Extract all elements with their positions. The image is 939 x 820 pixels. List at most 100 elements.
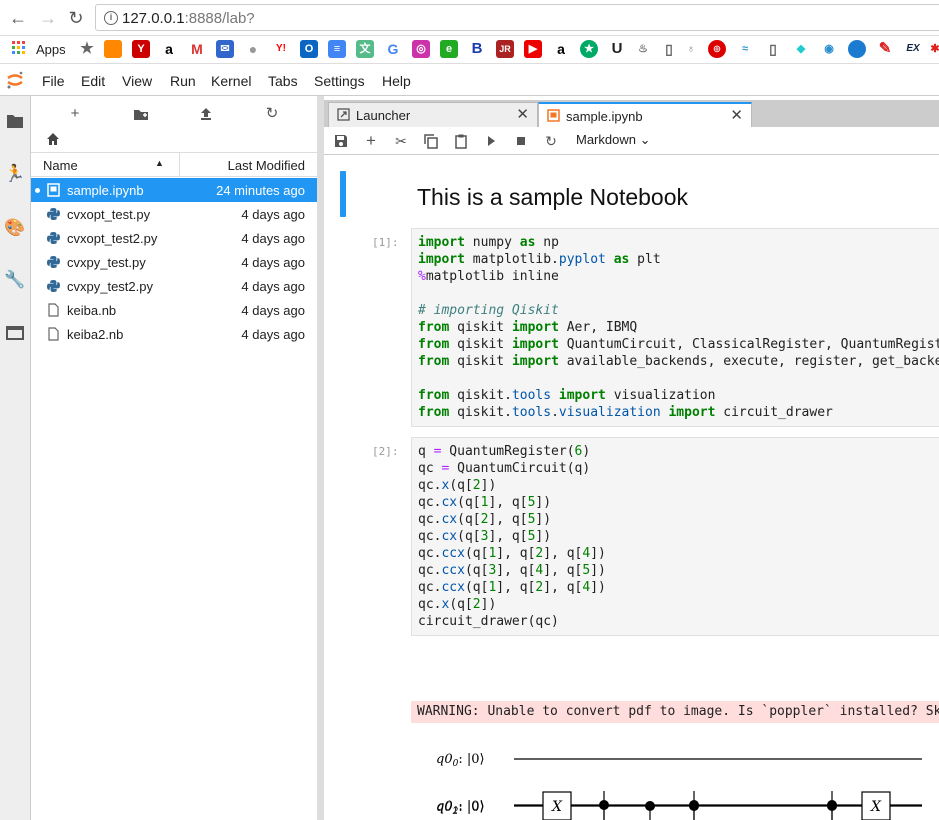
- file-row[interactable]: cvxpy_test2.py 4 days ago: [31, 274, 317, 298]
- running-icon[interactable]: 🏃: [4, 163, 26, 185]
- column-modified-header[interactable]: Last Modified: [228, 158, 305, 173]
- menu-view[interactable]: View: [122, 73, 152, 89]
- code-cell-1[interactable]: import numpy as np import matplotlib.pyp…: [411, 228, 939, 427]
- menu-tabs[interactable]: Tabs: [268, 73, 298, 89]
- file-name: keiba.nb: [67, 303, 117, 318]
- wrench-icon[interactable]: 🔧: [4, 269, 26, 291]
- stop-icon[interactable]: [512, 132, 530, 150]
- menu-run[interactable]: Run: [170, 73, 196, 89]
- bookmark-docs-icon[interactable]: ≡: [328, 40, 346, 58]
- bookmark-pin-icon[interactable]: ✎: [876, 40, 894, 58]
- file-row[interactable]: cvxpy_test.py 4 days ago: [31, 250, 317, 274]
- palette-icon[interactable]: 🎨: [4, 217, 26, 239]
- file-name: keiba2.nb: [67, 327, 124, 342]
- bookmark-yahoo-icon[interactable]: Y!: [272, 40, 290, 58]
- forward-arrow-icon[interactable]: →: [36, 6, 60, 30]
- refresh-icon[interactable]: ↻: [262, 104, 282, 124]
- bookmark-cube-icon[interactable]: [104, 40, 122, 58]
- save-icon[interactable]: [332, 132, 350, 150]
- bookmark-more-icon[interactable]: ✱: [926, 40, 939, 58]
- bookmark-apple-icon[interactable]: ●: [244, 40, 262, 58]
- column-name-header[interactable]: Name: [43, 158, 78, 173]
- bookmark-evernote-icon[interactable]: e: [440, 40, 458, 58]
- bookmark-wave-icon[interactable]: ≈: [736, 40, 754, 58]
- menu-file[interactable]: File: [42, 73, 65, 89]
- folder-icon[interactable]: [4, 110, 26, 132]
- bookmark-y-icon[interactable]: Y: [132, 40, 150, 58]
- file-row[interactable]: keiba.nb 4 days ago: [31, 298, 317, 322]
- bookmark-translate-icon[interactable]: 文: [356, 40, 374, 58]
- bookmark-u-icon[interactable]: U: [608, 40, 626, 58]
- bookmark-globe-icon[interactable]: [848, 40, 866, 58]
- cell-type-dropdown[interactable]: Markdown ⌄: [576, 132, 651, 148]
- file-modified: 4 days ago: [241, 327, 305, 342]
- run-icon[interactable]: [482, 132, 500, 150]
- menu-help[interactable]: Help: [382, 73, 411, 89]
- bookmark-instagram-icon[interactable]: ◎: [412, 40, 430, 58]
- bookmark-b-icon[interactable]: B: [468, 40, 486, 58]
- star-icon[interactable]: ★: [78, 40, 96, 58]
- copy-icon[interactable]: [422, 132, 440, 150]
- bookmark-swirl-icon[interactable]: ◉: [820, 40, 838, 58]
- panel-splitter[interactable]: [317, 96, 324, 820]
- chevron-down-icon: ⌄: [639, 132, 651, 147]
- file-modified: 24 minutes ago: [216, 183, 305, 198]
- file-modified: 4 days ago: [241, 255, 305, 270]
- back-arrow-icon[interactable]: ←: [6, 6, 30, 30]
- close-icon[interactable]: ✕: [516, 105, 529, 123]
- notebook-content[interactable]: This is a sample Notebook [1]: import nu…: [324, 156, 939, 820]
- bookmark-amazon2-icon[interactable]: a: [552, 40, 570, 58]
- code-cell-2[interactable]: q = QuantumRegister(6) qc = QuantumCircu…: [411, 437, 939, 636]
- paste-icon[interactable]: [452, 132, 470, 150]
- reload-icon[interactable]: ↻: [64, 6, 88, 30]
- restart-icon[interactable]: ↻: [542, 132, 560, 150]
- file-row[interactable]: keiba2.nb 4 days ago: [31, 322, 317, 346]
- bookmark-google-icon[interactable]: G: [384, 40, 402, 58]
- qubit-label: q02: |0⟩: [436, 800, 485, 817]
- home-icon[interactable]: [46, 132, 60, 146]
- bookmark-mufg-icon[interactable]: ◎: [708, 40, 726, 58]
- bookmark-youtube-icon[interactable]: ▶: [524, 40, 542, 58]
- url-path: :8888/lab?: [184, 10, 255, 27]
- new-folder-icon[interactable]: [131, 104, 151, 124]
- bookmark-outlook-icon[interactable]: O: [300, 40, 318, 58]
- bookmark-amazon-icon[interactable]: a: [160, 40, 178, 58]
- file-name: cvxopt_test.py: [67, 207, 151, 222]
- new-launcher-icon[interactable]: +: [65, 104, 85, 124]
- sort-ascending-icon[interactable]: ▲: [155, 158, 164, 168]
- bookmark-page-icon[interactable]: ▯: [660, 40, 678, 58]
- qubit-label: q00: |0⟩: [436, 752, 485, 769]
- file-row[interactable]: cvxopt_test.py 4 days ago: [31, 202, 317, 226]
- apps-label[interactable]: Apps: [36, 42, 66, 57]
- bookmark-doc-icon[interactable]: ▯: [764, 40, 782, 58]
- tab-sample-ipynb[interactable]: sample.ipynb ✕: [538, 102, 752, 127]
- tabs-icon[interactable]: [4, 322, 26, 344]
- bookmark-mail-icon[interactable]: ✉: [216, 40, 234, 58]
- upload-icon[interactable]: [196, 104, 216, 124]
- menu-settings[interactable]: Settings: [314, 73, 365, 89]
- address-field[interactable]: i 127.0.0.1:8888/lab?: [95, 4, 939, 31]
- bookmark-starbucks-icon[interactable]: ★: [580, 40, 598, 58]
- control-dot: [645, 801, 655, 811]
- x-gate-label: X: [551, 799, 563, 815]
- menu-kernel[interactable]: Kernel: [211, 73, 251, 89]
- info-icon[interactable]: i: [104, 11, 118, 25]
- column-divider[interactable]: [179, 153, 180, 176]
- bookmark-jr-icon[interactable]: JR: [496, 40, 514, 58]
- tab-launcher[interactable]: Launcher ✕: [328, 102, 538, 127]
- close-icon[interactable]: ✕: [730, 106, 743, 124]
- file-row-sample-ipynb[interactable]: sample.ipynb 24 minutes ago: [31, 178, 317, 202]
- bookmark-java-icon[interactable]: ♨: [634, 40, 652, 58]
- bookmark-medal-icon[interactable]: ♁: [682, 40, 700, 58]
- menu-edit[interactable]: Edit: [81, 73, 105, 89]
- insert-cell-icon[interactable]: +: [362, 132, 380, 150]
- bookmark-diamond-icon[interactable]: ◆: [792, 40, 810, 58]
- apps-grid-icon[interactable]: [12, 41, 26, 55]
- bookmark-gmail-icon[interactable]: M: [188, 40, 206, 58]
- cell-prompt: [2]:: [372, 445, 399, 458]
- file-row[interactable]: cvxopt_test2.py 4 days ago: [31, 226, 317, 250]
- notebook-icon: [47, 183, 60, 197]
- cut-icon[interactable]: ✂: [392, 132, 410, 150]
- bookmark-ex-icon[interactable]: EX: [904, 40, 922, 58]
- python-icon: [47, 256, 60, 268]
